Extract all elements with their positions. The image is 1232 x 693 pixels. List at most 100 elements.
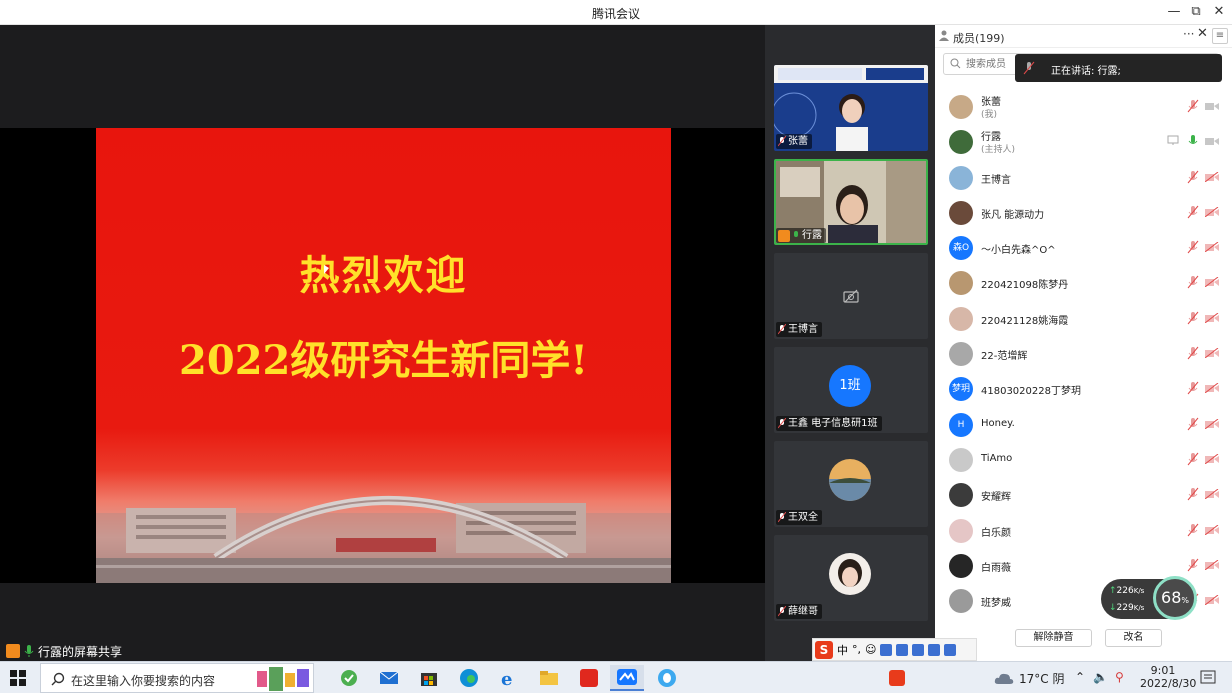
keyboard-icon[interactable]: [896, 643, 909, 656]
camera-off-icon[interactable]: [1205, 559, 1219, 570]
member-name: 张凡 能源动力: [981, 209, 1045, 221]
microphone-muted-icon[interactable]: [1187, 240, 1199, 254]
member-row[interactable]: H Honey.: [935, 407, 1232, 442]
taskbar-app-qq[interactable]: [650, 665, 684, 691]
network-tray-icon[interactable]: ⚲: [1115, 670, 1124, 684]
camera-off-icon[interactable]: [1205, 171, 1219, 182]
avatar: [949, 130, 973, 155]
camera-off-icon[interactable]: [1205, 418, 1219, 429]
taskbar-app-store[interactable]: [412, 665, 446, 691]
edge-browser-icon: [460, 669, 478, 687]
member-row[interactable]: 梦玥 41803020228丁梦玥: [935, 371, 1232, 406]
skin-icon[interactable]: [928, 643, 941, 656]
microphone-muted-icon[interactable]: [1187, 487, 1199, 501]
taskbar-search[interactable]: 在这里输入你要搜索的内容: [40, 663, 314, 693]
tray-sogou[interactable]: [880, 665, 914, 691]
microphone-muted-icon[interactable]: [1187, 452, 1199, 466]
windows-start-icon[interactable]: [10, 670, 26, 686]
grid-icon[interactable]: [944, 643, 957, 656]
video-tile[interactable]: 薛继哥: [774, 535, 928, 621]
camera-icon[interactable]: [1205, 101, 1219, 111]
member-row[interactable]: TiAmo: [935, 442, 1232, 477]
microphone-muted-icon[interactable]: [1187, 205, 1199, 219]
video-tile[interactable]: 王博言: [774, 253, 928, 339]
taskbar-app-security[interactable]: [332, 665, 366, 691]
show-hidden-icons-chevron-icon[interactable]: ⌃: [1075, 670, 1085, 684]
microphone-muted-icon[interactable]: [1187, 417, 1199, 431]
member-row[interactable]: 220421128姚海霞: [935, 301, 1232, 336]
microphone-on-icon[interactable]: [1187, 134, 1199, 148]
notification-icon[interactable]: [1200, 670, 1216, 686]
toolbox-icon[interactable]: [912, 643, 925, 656]
microphone-muted-icon[interactable]: [1187, 311, 1199, 325]
avatar: [949, 306, 973, 331]
microphone-muted-icon[interactable]: [1187, 170, 1199, 184]
panel-menu-button[interactable]: ≡: [1212, 28, 1228, 44]
system-clock[interactable]: 9:01 2022/8/30: [1140, 664, 1196, 690]
taskbar-app-ie[interactable]: e: [492, 665, 526, 691]
member-row[interactable]: 220421098陈梦丹: [935, 265, 1232, 300]
rename-button[interactable]: 改名: [1105, 629, 1162, 647]
screen-share-icon: [1167, 135, 1179, 146]
tile-name-tag: 行露: [776, 228, 826, 243]
unmute-all-button[interactable]: 解除静音: [1015, 629, 1092, 647]
microphone-muted-icon[interactable]: [1187, 558, 1199, 572]
camera-off-icon[interactable]: [1205, 206, 1219, 217]
camera-off-icon[interactable]: [1205, 453, 1219, 464]
window-title: 腾讯会议: [591, 7, 640, 21]
taskbar-app-mail[interactable]: [372, 665, 406, 691]
member-row[interactable]: 森O ～小白先森^O^: [935, 230, 1232, 265]
video-tile[interactable]: 1班 王鑫 电子信息研1班: [774, 347, 928, 433]
taskbar-app-youdao[interactable]: [572, 665, 606, 691]
camera-off-icon[interactable]: [1205, 383, 1219, 394]
more-options-icon[interactable]: ···: [1183, 27, 1194, 41]
ime-punctuation[interactable]: °,: [852, 643, 861, 656]
ime-mode[interactable]: 中: [837, 642, 848, 658]
volume-icon[interactable]: 🔈: [1093, 670, 1108, 684]
camera-off-icon[interactable]: [1205, 277, 1219, 288]
member-name: 王博言: [981, 174, 1011, 186]
member-row[interactable]: 22-范增辉: [935, 336, 1232, 371]
camera-off-icon[interactable]: [1205, 595, 1219, 606]
camera-icon[interactable]: [1205, 136, 1219, 146]
member-row[interactable]: 行露 (主持人): [935, 124, 1232, 159]
member-row[interactable]: 张凡 能源动力: [935, 195, 1232, 230]
avatar: [829, 553, 871, 595]
panel-title: 成员(199): [953, 32, 1005, 45]
video-tile[interactable]: 王双全: [774, 441, 928, 527]
voice-icon[interactable]: [880, 643, 893, 656]
video-tile[interactable]: 张蕾: [774, 65, 928, 151]
panel-header: 成员(199) ··· ✕ ≡: [935, 25, 1232, 48]
close-panel-button[interactable]: ✕: [1197, 26, 1208, 41]
sogou-icon[interactable]: S: [815, 640, 833, 659]
camera-off-icon[interactable]: [1205, 312, 1219, 323]
microphone-muted-icon[interactable]: [1187, 523, 1199, 537]
camera-off-icon[interactable]: [1205, 242, 1219, 253]
video-tile-active-speaker[interactable]: 行露: [774, 159, 928, 245]
taskbar-app-explorer[interactable]: [532, 665, 566, 691]
camera-off-icon[interactable]: [1205, 348, 1219, 359]
member-row[interactable]: 白乐颜: [935, 513, 1232, 548]
restore-button[interactable]: ⧉: [1185, 3, 1207, 21]
avatar: [949, 271, 973, 296]
member-row[interactable]: 白雨薇: [935, 548, 1232, 583]
minimize-button[interactable]: —: [1163, 3, 1185, 21]
microphone-muted-icon[interactable]: [1187, 346, 1199, 360]
microphone-muted-icon[interactable]: [1187, 381, 1199, 395]
taskbar-search-placeholder: 在这里输入你要搜索的内容: [71, 674, 216, 688]
weather-text[interactable]: 17°C 阴: [1019, 670, 1064, 687]
taskbar-app-edge[interactable]: [452, 665, 486, 691]
network-monitor[interactable]: ↑226K/s ↓229K/s 68%: [1101, 576, 1197, 620]
microphone-muted-icon[interactable]: [1187, 275, 1199, 289]
member-row[interactable]: 安耀辉: [935, 477, 1232, 512]
member-row[interactable]: 王博言: [935, 160, 1232, 195]
close-button[interactable]: ✕: [1208, 3, 1230, 21]
member-row[interactable]: 张蕾 (我): [935, 89, 1232, 124]
camera-off-icon[interactable]: [1205, 489, 1219, 500]
camera-off-icon[interactable]: [1205, 524, 1219, 535]
clock-time: 9:01: [1150, 664, 1176, 677]
microphone-muted-icon[interactable]: [1187, 99, 1199, 113]
emoji-icon[interactable]: ☺: [865, 643, 876, 656]
taskbar-app-tencent-meeting[interactable]: [610, 665, 644, 691]
ime-toolbar[interactable]: S 中 °, ☺: [812, 638, 977, 661]
